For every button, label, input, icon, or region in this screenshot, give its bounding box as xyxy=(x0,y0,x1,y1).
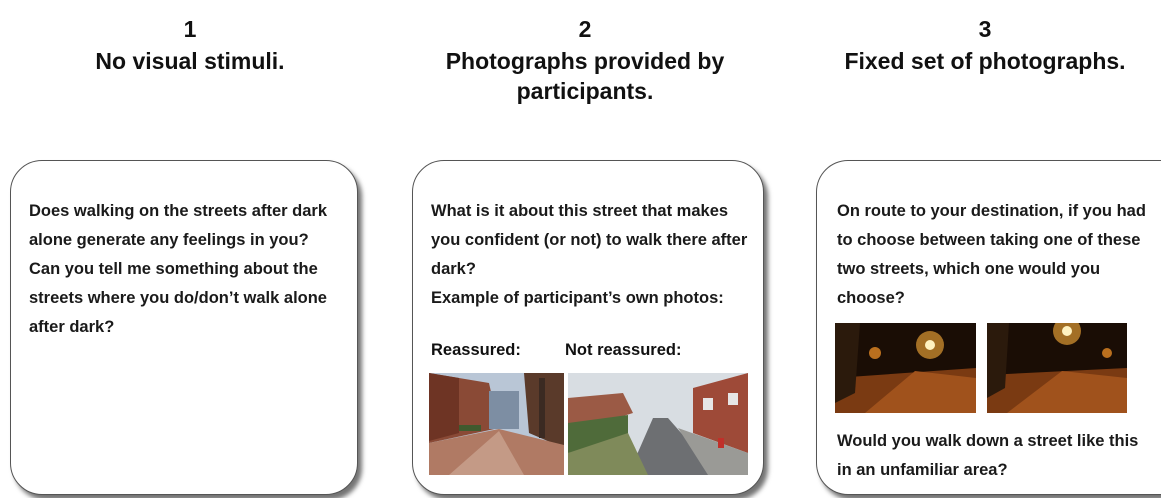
column-1-number: 1 xyxy=(183,16,197,42)
card-3-question: On route to your destination, if you had… xyxy=(837,202,1146,307)
card-2-question: What is it about this street that makes … xyxy=(431,202,748,278)
night-street-photo-2 xyxy=(987,323,1127,413)
reassured-street-photo xyxy=(429,373,564,475)
not-reassured-street-photo xyxy=(568,373,748,475)
card-2-text: What is it about this street that makes … xyxy=(431,197,761,313)
card-3-followup-question: Would you walk down a street like this i… xyxy=(837,432,1139,479)
card-1-text: Does walking on the streets after dark a… xyxy=(29,197,349,342)
card-participant-photographs: What is it about this street that makes … xyxy=(412,160,764,495)
column-2-heading: 2 Photographs provided by participants. xyxy=(400,14,770,106)
column-1-heading: 1 No visual stimuli. xyxy=(20,14,360,76)
not-reassured-label: Not reassured: xyxy=(565,341,682,359)
column-3-heading: 3 Fixed set of photographs. xyxy=(800,14,1161,76)
card-1-question-1: Does walking on the streets after dark a… xyxy=(29,202,328,249)
column-2-title: Photographs provided by participants. xyxy=(445,48,725,104)
card-no-visual-stimuli: Does walking on the streets after dark a… xyxy=(10,160,358,495)
column-2-number: 2 xyxy=(578,16,592,42)
reassured-label: Reassured: xyxy=(431,341,521,359)
column-3-title: Fixed set of photographs. xyxy=(844,48,1126,74)
column-1-title: No visual stimuli. xyxy=(95,48,285,74)
card-2-example-note: Example of participant’s own photos: xyxy=(431,289,724,307)
card-fixed-photographs: On route to your destination, if you had… xyxy=(816,160,1161,495)
column-3-number: 3 xyxy=(978,16,992,42)
card-1-question-2: Can you tell me something about the stre… xyxy=(29,260,327,336)
night-street-photo-1 xyxy=(835,323,976,413)
